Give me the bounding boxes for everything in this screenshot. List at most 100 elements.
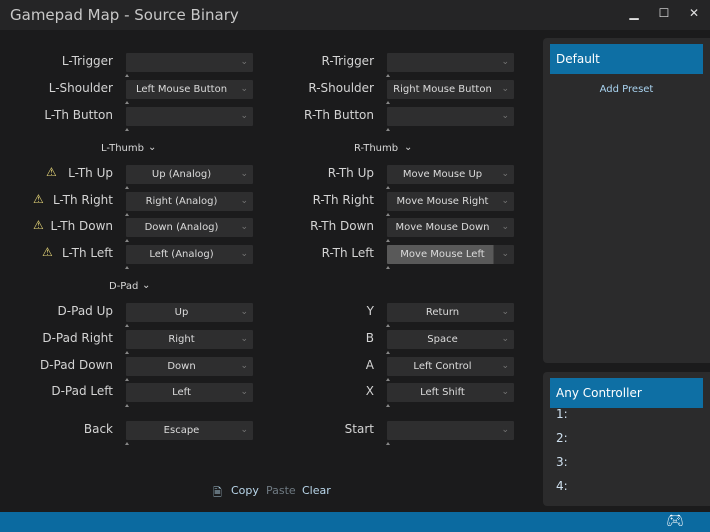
l-trigger-label: L-Trigger: [61, 54, 113, 68]
x-value: Left Shift: [420, 387, 465, 398]
d-pad-down-label: D-Pad Down: [39, 358, 113, 372]
l-shoulder-dropdown[interactable]: Left Mouse Button ⌄: [126, 80, 253, 99]
drag-handle[interactable]: [125, 213, 129, 216]
chevron-down-icon: ⌄: [240, 307, 248, 317]
close-button[interactable]: ✕: [684, 4, 704, 22]
drag-handle[interactable]: [386, 324, 390, 327]
drag-handle[interactable]: [125, 128, 129, 131]
add-preset-button[interactable]: Add Preset: [543, 84, 710, 95]
l-th-up-dropdown[interactable]: Up (Analog) ⌄: [126, 165, 253, 184]
drag-handle[interactable]: [386, 74, 390, 77]
drag-handle[interactable]: [125, 378, 129, 381]
chevron-down-icon: ⌄: [240, 84, 248, 94]
title-bar: Gamepad Map - Source Binary ▁ ☐ ✕: [0, 0, 710, 30]
back-dropdown[interactable]: Escape ⌄: [126, 421, 253, 440]
l-th-left-label: L-Th Left: [61, 246, 113, 260]
a-label: A: [365, 358, 374, 372]
b-dropdown[interactable]: Space ⌄: [387, 330, 514, 349]
drag-handle[interactable]: [125, 74, 129, 77]
d-pad-toggle[interactable]: D-Pad: [109, 281, 138, 292]
l-th-button-dropdown[interactable]: ⌄: [126, 107, 253, 126]
d-pad-up-dropdown[interactable]: Up ⌄: [126, 303, 253, 322]
l-th-left-value: Left (Analog): [149, 249, 214, 260]
controller-slot-3[interactable]: 3:: [556, 455, 568, 469]
chevron-down-icon: ⌄: [148, 142, 157, 153]
l-th-right-dropdown[interactable]: Right (Analog) ⌄: [126, 192, 253, 211]
preset-default[interactable]: Default: [550, 44, 703, 74]
drag-handle[interactable]: [386, 101, 390, 104]
warning-icon: ⚠: [42, 245, 53, 259]
chevron-down-icon: ⌄: [501, 307, 509, 317]
minimize-button[interactable]: ▁: [624, 4, 644, 22]
drag-handle[interactable]: [386, 128, 390, 131]
x-dropdown[interactable]: Left Shift ⌄: [387, 383, 514, 402]
l-th-down-dropdown[interactable]: Down (Analog) ⌄: [126, 218, 253, 237]
r-shoulder-dropdown[interactable]: Right Mouse Button ⌄: [387, 80, 514, 99]
drag-handle[interactable]: [386, 186, 390, 189]
chevron-down-icon: ⌄: [501, 196, 509, 206]
chevron-down-icon: ⌄: [501, 334, 509, 344]
y-value: Return: [425, 307, 460, 318]
chevron-down-icon: ⌄: [501, 222, 509, 232]
drag-handle[interactable]: [125, 324, 129, 327]
start-dropdown[interactable]: ⌄: [387, 421, 514, 440]
l-th-up-value: Up (Analog): [151, 169, 212, 180]
drag-handle[interactable]: [386, 442, 390, 445]
r-th-left-dropdown[interactable]: Move Mouse Left ⌄: [387, 245, 514, 264]
r-th-button-dropdown[interactable]: ⌄: [387, 107, 514, 126]
clear-button[interactable]: Clear: [302, 484, 331, 497]
r-th-down-dropdown[interactable]: Move Mouse Down ⌄: [387, 218, 514, 237]
d-pad-right-dropdown[interactable]: Right ⌄: [126, 330, 253, 349]
d-pad-down-dropdown[interactable]: Down ⌄: [126, 357, 253, 376]
l-th-button-label: L-Th Button: [44, 108, 113, 122]
controller-slot-2[interactable]: 2:: [556, 431, 568, 445]
drag-handle[interactable]: [386, 266, 390, 269]
drag-handle[interactable]: [125, 404, 129, 407]
l-trigger-dropdown[interactable]: ⌄: [126, 53, 253, 72]
a-dropdown[interactable]: Left Control ⌄: [387, 357, 514, 376]
drag-handle[interactable]: [386, 378, 390, 381]
r-th-up-value: Move Mouse Up: [402, 169, 483, 180]
start-label: Start: [344, 422, 374, 436]
d-pad-right-value: Right: [168, 334, 195, 345]
l-th-down-value: Down (Analog): [144, 222, 219, 233]
maximize-button[interactable]: ☐: [654, 4, 674, 22]
r-th-right-dropdown[interactable]: Move Mouse Right ⌄: [387, 192, 514, 211]
window-title: Gamepad Map - Source Binary: [10, 6, 239, 24]
r-trigger-dropdown[interactable]: ⌄: [387, 53, 514, 72]
drag-handle[interactable]: [386, 213, 390, 216]
controller-any[interactable]: Any Controller: [550, 378, 703, 408]
r-th-up-dropdown[interactable]: Move Mouse Up ⌄: [387, 165, 514, 184]
drag-handle[interactable]: [125, 239, 129, 242]
paste-button[interactable]: Paste: [266, 484, 296, 497]
chevron-down-icon: ⌄: [501, 169, 509, 179]
copy-button[interactable]: Copy: [231, 484, 259, 497]
chevron-down-icon: ⌄: [240, 57, 248, 67]
r-shoulder-label: R-Shoulder: [308, 81, 374, 95]
drag-handle[interactable]: [125, 101, 129, 104]
controller-slot-4[interactable]: 4:: [556, 479, 568, 493]
drag-handle[interactable]: [386, 404, 390, 407]
drag-handle[interactable]: [386, 239, 390, 242]
drag-handle[interactable]: [125, 442, 129, 445]
l-thumb-toggle[interactable]: L-Thumb: [101, 143, 144, 154]
chevron-down-icon: ⌄: [240, 425, 248, 435]
chevron-down-icon: ⌄: [501, 249, 509, 259]
drag-handle[interactable]: [125, 351, 129, 354]
r-th-button-label: R-Th Button: [303, 108, 374, 122]
d-pad-left-dropdown[interactable]: Left ⌄: [126, 383, 253, 402]
y-dropdown[interactable]: Return ⌄: [387, 303, 514, 322]
chevron-down-icon: ⌄: [142, 280, 151, 291]
l-shoulder-value: Left Mouse Button: [135, 84, 228, 95]
a-value: Left Control: [413, 361, 472, 372]
l-th-left-dropdown[interactable]: Left (Analog) ⌄: [126, 245, 253, 264]
drag-handle[interactable]: [125, 266, 129, 269]
drag-handle[interactable]: [386, 351, 390, 354]
r-thumb-toggle[interactable]: R-Thumb: [354, 143, 398, 154]
controller-slot-1[interactable]: 1:: [556, 407, 568, 421]
d-pad-down-value: Down: [167, 361, 196, 372]
r-th-up-label: R-Th Up: [327, 166, 374, 180]
drag-handle[interactable]: [125, 186, 129, 189]
chevron-down-icon: ⌄: [501, 84, 509, 94]
warning-icon: ⚠: [46, 165, 57, 179]
